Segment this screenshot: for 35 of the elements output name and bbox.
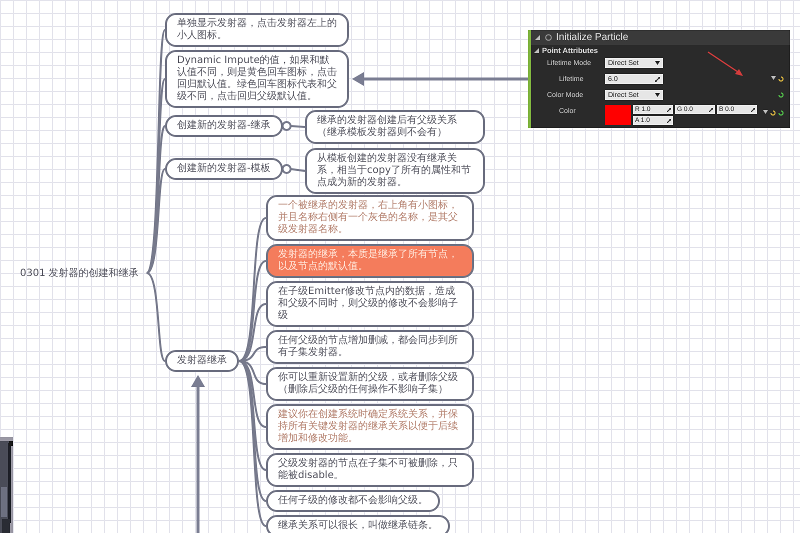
reset-icon[interactable] [778,92,784,98]
caret-icon [655,61,660,65]
caret-icon[interactable] [771,76,776,80]
expand-icon [709,108,713,112]
topic-node[interactable]: 继承关系可以很长，叫做继承链条。 [266,515,450,533]
topic-node[interactable]: 从模板创建的发射器没有继承关系，相当于copy了所有的属性和节点成为新的发射器。 [305,148,485,194]
caret-icon[interactable] [763,110,768,114]
reset-icon[interactable] [778,76,784,82]
collapse-triangle-icon[interactable] [535,34,541,40]
connector-line [290,168,306,172]
collapse-handle[interactable] [282,121,292,131]
color-swatch[interactable] [605,105,631,125]
topic-node[interactable]: 父级发射器的节点在子集不可被删除，只能被disable。 [266,453,474,487]
annotation-arrow [708,51,743,76]
connector-line [290,125,306,128]
expand-icon [751,108,755,112]
expand-icon [655,76,660,82]
topic-node[interactable]: 发射器继承 [165,350,239,372]
topic-node[interactable]: 在子级Emitter修改节点内的数据，造成和父级不同时，则父级的修改不会影响子级 [266,281,474,327]
topic-node[interactable]: 你可以重新设置新的父级，或者删除父级（删除后父级的任何操作不影响子集） [266,367,474,401]
topic-node[interactable]: 任何父级的节点增加删减，都会同步到所有子集发射器。 [266,330,474,364]
topic-node[interactable]: 创建新的发射器-模板 [165,158,283,180]
root-topic[interactable]: 0301 发射器的创建和继承 [18,264,141,282]
topic-node[interactable]: 单独显示发射器，点击发射器左上的小人图标。 [165,13,349,47]
circle-icon [545,34,552,41]
topic-node[interactable]: 创建新的发射器-继承 [165,115,283,137]
expand-icon [667,108,671,112]
collapse-handle[interactable] [282,164,292,174]
topic-node[interactable]: 继承的发射器创建后有父级关系（继承模板发射器则不会有） [305,110,485,144]
panel-title: Initialize Particle [556,32,628,43]
expand-icon [667,118,671,122]
topic-node[interactable]: 任何子级的修改都不会影响父级。 [266,490,440,512]
caret-icon [655,93,660,97]
topic-node[interactable]: Dynamic Impute的值，如果和默认值不同，则是黄色回车图标，点击回归默认值。绿色回车图标代表和父级不同，点击回归父级默认值。 [165,50,349,108]
collapse-triangle-icon[interactable] [534,48,539,53]
